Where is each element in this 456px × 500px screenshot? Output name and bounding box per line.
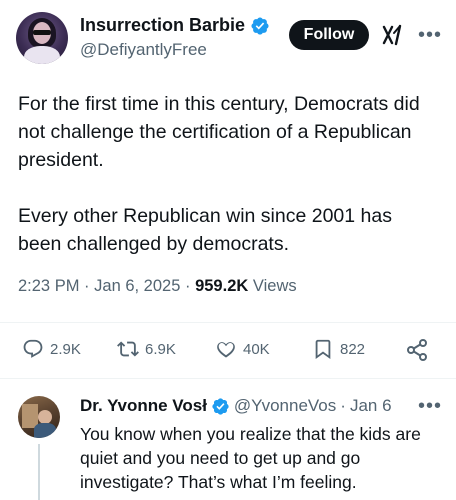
reply-count: 2.9K <box>50 340 81 358</box>
meta-separator: · <box>184 277 191 295</box>
views-count: 959.2K <box>195 277 249 295</box>
repost-button[interactable]: 6.9K <box>117 338 176 360</box>
bookmark-icon <box>315 339 331 360</box>
avatar[interactable] <box>18 396 60 438</box>
avatar-face <box>38 410 52 424</box>
avatar-body <box>24 46 60 64</box>
avatar-body <box>34 423 56 438</box>
reply-date[interactable]: Jan 6 <box>350 396 392 416</box>
avatar[interactable] <box>16 12 68 64</box>
verified-badge-icon <box>251 16 269 35</box>
tweet-text: For the first time in this century, Demo… <box>18 93 420 255</box>
author-display-name[interactable]: Insurrection Barbie <box>80 15 245 36</box>
reply-text: You know when you realize that the kids … <box>80 424 421 492</box>
tweet-header: Insurrection Barbie @DefiyantlyFree Foll… <box>0 0 456 80</box>
bookmark-count: 822 <box>340 340 366 358</box>
tweet-date[interactable]: Jan 6, 2025 <box>94 277 180 295</box>
verified-badge-icon <box>212 397 229 415</box>
reply-separator: · <box>340 396 346 415</box>
grok-icon[interactable] <box>381 23 405 47</box>
follow-button[interactable]: Follow <box>289 20 369 50</box>
author-name-row: Insurrection Barbie <box>80 15 270 36</box>
repost-count: 6.9K <box>145 340 176 358</box>
more-icon[interactable]: ••• <box>418 396 442 416</box>
repost-icon <box>117 341 139 357</box>
tweet-time[interactable]: 2:23 PM <box>18 277 79 295</box>
reply-display-name[interactable]: Dr. Yvonne Vosł <box>80 396 207 416</box>
meta-separator: · <box>84 277 90 295</box>
reply-button[interactable]: 2.9K <box>22 338 81 360</box>
reply-header: Dr. Yvonne Vosł @YvonneVos · Jan 6 <box>80 396 392 416</box>
like-count: 40K <box>243 340 270 358</box>
reply-icon <box>23 339 43 358</box>
more-icon[interactable]: ••• <box>418 25 442 45</box>
views-label: Views <box>252 277 297 295</box>
share-button[interactable] <box>405 338 429 362</box>
divider <box>0 322 456 323</box>
reply-handle[interactable]: @YvonneVos <box>234 396 336 416</box>
like-button[interactable]: 40K <box>215 338 270 360</box>
author-handle[interactable]: @DefiyantlyFree <box>80 40 207 60</box>
share-icon <box>407 339 427 361</box>
avatar-glasses <box>33 30 51 35</box>
thread-line <box>38 444 40 500</box>
action-bar: 2.9K 6.9K 40K 822 <box>0 330 456 370</box>
divider <box>0 378 456 379</box>
tweet-meta: 2:23 PM · Jan 6, 2025 · 959.2K Views <box>18 277 297 296</box>
heart-icon <box>217 342 235 358</box>
bookmark-button[interactable]: 822 <box>312 338 365 360</box>
